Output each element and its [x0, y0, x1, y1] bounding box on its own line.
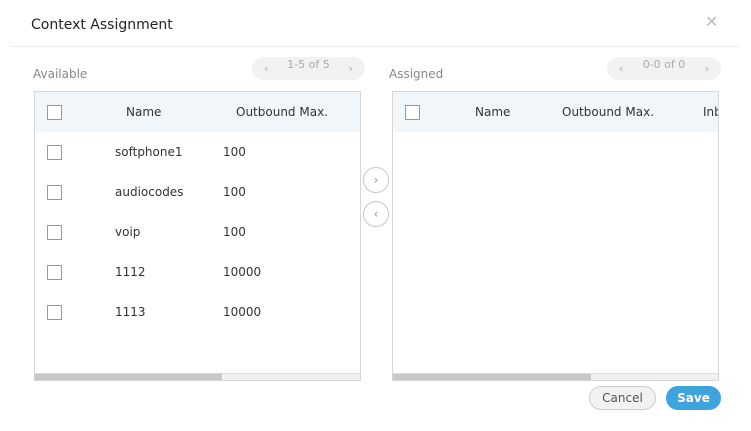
divider: [10, 46, 740, 47]
column-header-name[interactable]: Name: [475, 105, 510, 119]
cell-outbound: 10000: [223, 265, 262, 279]
row-checkbox[interactable]: [47, 185, 62, 200]
dialog-title: Context Assignment: [31, 17, 173, 33]
available-label: Available: [33, 67, 88, 81]
prev-page-button[interactable]: ‹: [264, 62, 268, 75]
cell-outbound: 100: [223, 145, 246, 159]
move-right-button[interactable]: ›: [363, 167, 389, 193]
column-header-outbound[interactable]: Outbound Max.: [562, 105, 654, 119]
row-checkbox[interactable]: [47, 305, 62, 320]
close-icon[interactable]: ✕: [705, 12, 718, 31]
row-checkbox[interactable]: [47, 225, 62, 240]
table-row[interactable]: audiocodes 100: [35, 172, 360, 212]
assigned-pager: ‹ 0-0 of 0 ›: [607, 57, 721, 80]
cell-name: softphone1: [115, 145, 183, 159]
save-button[interactable]: Save: [666, 386, 721, 410]
table-row[interactable]: 1113 10000: [35, 292, 360, 332]
horizontal-scrollbar[interactable]: [393, 373, 718, 380]
move-left-button[interactable]: ‹: [363, 201, 389, 227]
next-page-button[interactable]: ›: [349, 62, 353, 75]
column-header-name[interactable]: Name: [126, 105, 161, 119]
table-row[interactable]: softphone1 100: [35, 132, 360, 172]
pager-text: 0-0 of 0: [642, 58, 686, 71]
column-header-inbound[interactable]: Inbound Max.: [703, 105, 718, 119]
prev-page-button[interactable]: ‹: [619, 62, 623, 75]
cell-name: audiocodes: [115, 185, 184, 199]
cell-outbound: 100: [223, 225, 246, 239]
assigned-table: Name Outbound Max. Inbound Max.: [392, 91, 719, 381]
column-header-outbound[interactable]: Outbound Max.: [236, 105, 328, 119]
table-header: Name Outbound Max.: [35, 92, 360, 132]
cell-outbound: 100: [223, 185, 246, 199]
select-all-checkbox[interactable]: [405, 105, 420, 120]
pager-text: 1-5 of 5: [287, 58, 330, 71]
assigned-label: Assigned: [389, 67, 444, 81]
row-checkbox[interactable]: [47, 265, 62, 280]
select-all-checkbox[interactable]: [47, 105, 62, 120]
row-checkbox[interactable]: [47, 145, 62, 160]
horizontal-scrollbar[interactable]: [35, 373, 360, 380]
available-pager: ‹ 1-5 of 5 ›: [252, 57, 365, 80]
scrollbar-thumb[interactable]: [35, 374, 222, 380]
table-row[interactable]: 1112 10000: [35, 252, 360, 292]
table-row[interactable]: voip 100: [35, 212, 360, 252]
cell-outbound: 10000: [223, 305, 262, 319]
scrollbar-thumb[interactable]: [393, 374, 591, 380]
cell-name: voip: [115, 225, 141, 239]
cell-name: 1112: [115, 265, 146, 279]
cancel-button[interactable]: Cancel: [589, 386, 656, 410]
cell-name: 1113: [115, 305, 146, 319]
available-table: Name Outbound Max. softphone1 100 audioc…: [34, 91, 361, 381]
table-header: Name Outbound Max. Inbound Max.: [393, 92, 718, 132]
chevron-right-icon: ›: [373, 173, 379, 187]
chevron-left-icon: ‹: [373, 207, 379, 221]
next-page-button[interactable]: ›: [705, 62, 709, 75]
